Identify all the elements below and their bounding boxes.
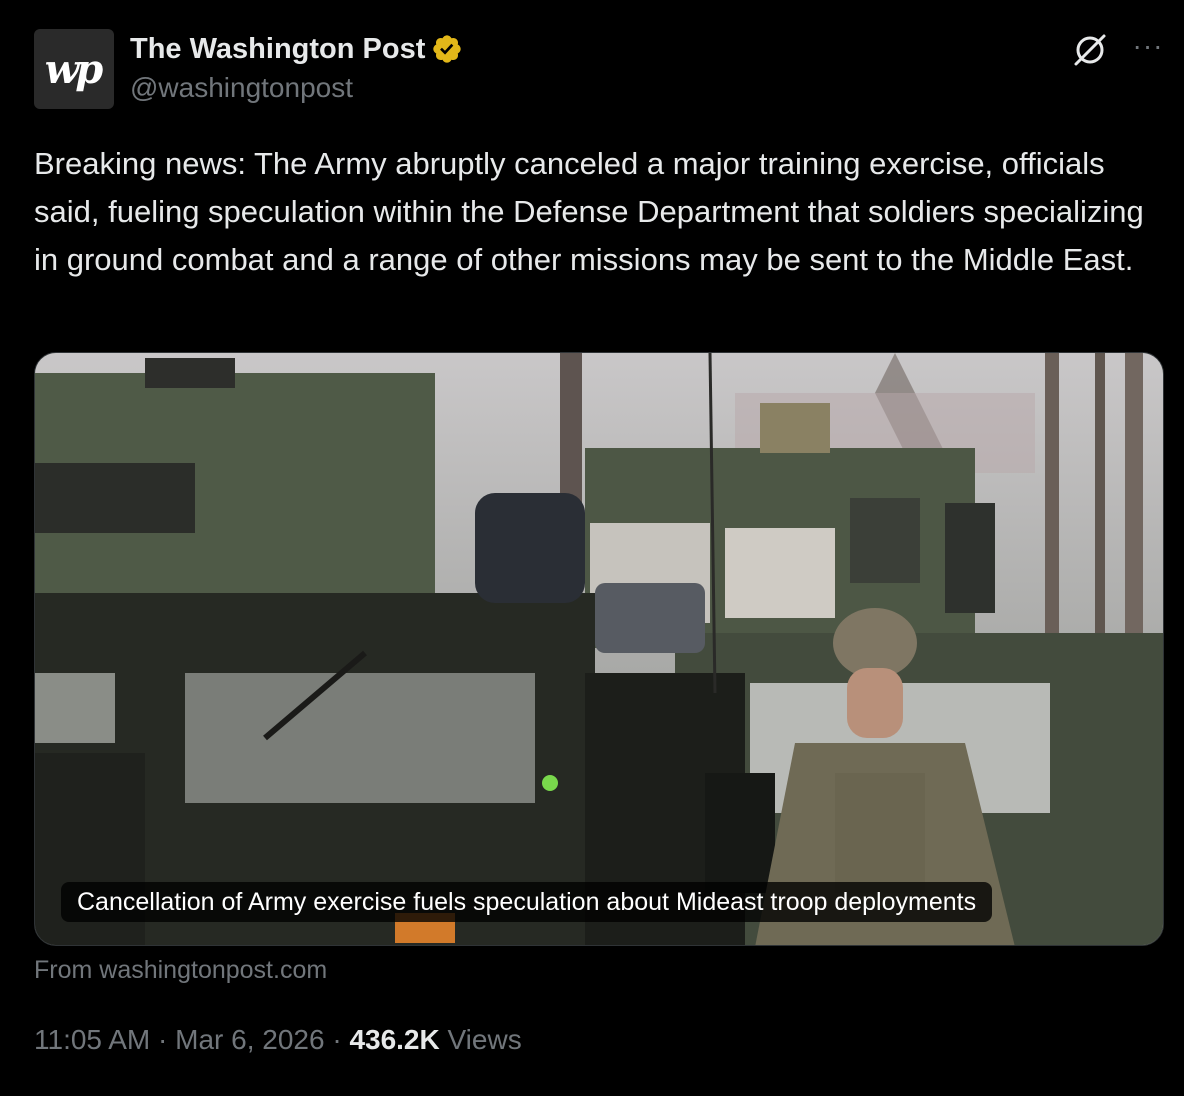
avatar-logo: wp bbox=[44, 45, 103, 93]
tweet-meta: 11:05 AM · Mar 6, 2026 · 436.2K Views bbox=[34, 1024, 522, 1056]
verified-badge-icon bbox=[433, 35, 462, 63]
card-title: Cancellation of Army exercise fuels spec… bbox=[61, 882, 993, 922]
tweet-text: Breaking news: The Army abruptly cancele… bbox=[34, 146, 1144, 277]
meta-separator: · bbox=[324, 1024, 350, 1055]
grok-icon[interactable] bbox=[1070, 30, 1110, 70]
tweet-date[interactable]: Mar 6, 2026 bbox=[175, 1024, 324, 1055]
meta-separator: · bbox=[150, 1024, 176, 1055]
link-card[interactable]: Cancellation of Army exercise fuels spec… bbox=[34, 352, 1164, 946]
card-source[interactable]: From washingtonpost.com bbox=[34, 956, 327, 985]
views-label: Views bbox=[447, 1024, 522, 1055]
author-name-row: The Washington Post bbox=[130, 30, 463, 68]
display-name[interactable]: The Washington Post bbox=[130, 33, 425, 66]
author-handle[interactable]: @washingtonpost bbox=[130, 72, 353, 104]
card-image bbox=[35, 353, 1163, 945]
tweet: wp The Washington Post @washingtonpost ·… bbox=[0, 0, 1184, 1096]
views-count[interactable]: 436.2K bbox=[349, 1024, 439, 1055]
tweet-time[interactable]: 11:05 AM bbox=[34, 1024, 150, 1055]
more-options-icon[interactable]: ··· bbox=[1128, 32, 1168, 64]
avatar[interactable]: wp bbox=[34, 29, 114, 109]
